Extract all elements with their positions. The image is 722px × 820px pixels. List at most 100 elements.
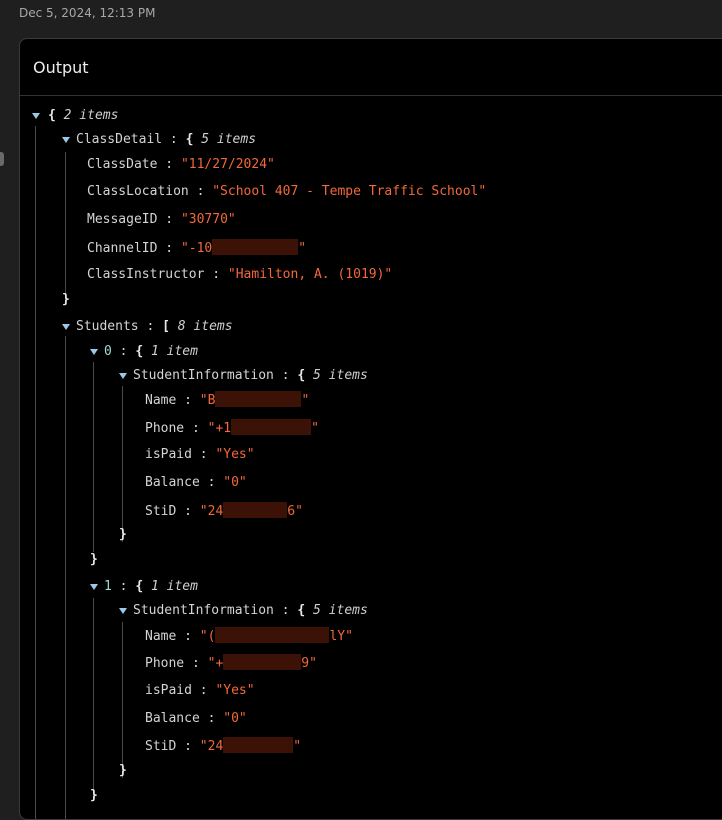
field-value-end: " (298, 241, 307, 256)
guide-line (93, 362, 94, 552)
field-phone: Phone : "+1 " (145, 419, 319, 436)
field-key: Phone (145, 656, 185, 671)
field-key: Balance (145, 711, 200, 726)
timestamp: Dec 5, 2024, 12:13 PM (19, 6, 156, 20)
field-value-start: "+1 (207, 421, 232, 436)
field-value-start: "( (199, 629, 216, 644)
field-key: isPaid (145, 447, 192, 462)
field-is-paid: isPaid : "Yes" (145, 447, 255, 462)
student-1-close: } (90, 787, 98, 805)
item-count: 1 item (150, 579, 198, 594)
output-panel: Output { 2 items ClassDetail : { 5 items… (19, 38, 722, 820)
caret-down-icon[interactable] (119, 608, 127, 614)
redaction-block (223, 502, 288, 518)
open-brace: { (185, 132, 194, 147)
close-brace: } (90, 788, 98, 803)
open-brace: { (135, 579, 144, 594)
field-key: ClassDate (87, 157, 158, 172)
tree-node-root[interactable]: { 2 items (32, 107, 118, 125)
field-message-id: MessageID : "30770" (87, 212, 236, 227)
field-value: "11/27/2024" (180, 157, 275, 172)
item-count: 5 items (201, 132, 257, 147)
studentinformation-close: } (119, 526, 127, 544)
studentinformation-close: } (119, 762, 127, 780)
close-brace: } (90, 552, 98, 567)
tree-node-studentinformation[interactable]: StudentInformation : { 5 items (119, 367, 368, 385)
field-value-end: 9" (301, 656, 317, 671)
field-value: "Hamilton, A. (1019)" (227, 267, 393, 282)
field-value: "30770" (180, 212, 236, 227)
guide-line (122, 622, 123, 778)
field-value-end: " (311, 421, 319, 436)
field-stid: StiD : "24 " (145, 737, 302, 754)
field-key: ClassInstructor (87, 267, 205, 282)
node-index: 0 (104, 344, 112, 359)
tree-node-classdetail[interactable]: ClassDetail : { 5 items (62, 131, 256, 149)
field-value-start: "B (199, 393, 216, 408)
caret-down-icon[interactable] (62, 324, 70, 330)
field-class-instructor: ClassInstructor : "Hamilton, A. (1019)" (87, 267, 393, 282)
caret-down-icon[interactable] (119, 373, 127, 379)
redaction-block (223, 737, 294, 753)
item-count: 8 items (177, 319, 233, 334)
field-phone: Phone : "+ 9" (145, 654, 317, 671)
caret-down-icon[interactable] (32, 113, 40, 119)
field-balance: Balance : "0" (145, 711, 247, 726)
field-value: "0" (223, 475, 247, 490)
guide-line (93, 598, 94, 798)
guide-line (35, 126, 36, 819)
field-value-end: " (293, 739, 302, 754)
field-key: Balance (145, 475, 200, 490)
drag-handle-icon[interactable] (0, 152, 4, 166)
node-key: StudentInformation (133, 603, 274, 618)
field-class-date: ClassDate : "11/27/2024" (87, 157, 275, 172)
field-key: Name (145, 629, 177, 644)
tree-node-studentinformation[interactable]: StudentInformation : { 5 items (119, 602, 368, 620)
tree-node-student-0[interactable]: 0 : { 1 item (90, 343, 198, 361)
guide-line (65, 336, 66, 819)
field-value: "Yes" (215, 683, 255, 698)
root-open-brace: { (48, 108, 56, 123)
open-bracket: [ (162, 319, 170, 334)
node-key: ClassDetail (76, 132, 163, 147)
guide-line (65, 152, 66, 302)
panel-title: Output (33, 57, 89, 77)
node-index: 1 (104, 579, 112, 594)
student-0-close: } (90, 551, 98, 569)
field-key: MessageID (87, 212, 158, 227)
field-value: "Yes" (215, 447, 255, 462)
close-brace: } (119, 527, 127, 542)
field-is-paid: isPaid : "Yes" (145, 683, 255, 698)
field-value-start: "-10 (180, 241, 213, 256)
field-balance: Balance : "0" (145, 475, 247, 490)
field-class-location: ClassLocation : "School 407 - Tempe Traf… (87, 184, 487, 199)
tree-node-student-1[interactable]: 1 : { 1 item (90, 578, 198, 596)
field-value-start: "24 (199, 739, 224, 754)
caret-down-icon[interactable] (90, 349, 98, 355)
close-brace: } (119, 763, 127, 778)
item-count: 1 item (150, 344, 198, 359)
item-count: 2 items (63, 108, 119, 123)
redaction-block (223, 654, 302, 670)
caret-down-icon[interactable] (62, 137, 70, 143)
tree-node-students[interactable]: Students : [ 8 items (62, 318, 233, 336)
field-value-end: 6" (287, 504, 303, 519)
field-channel-id: ChannelID : "-10 " (87, 239, 307, 256)
redaction-block (231, 419, 312, 435)
item-count: 5 items (313, 368, 368, 383)
field-value-start: "24 (199, 504, 224, 519)
field-key: StiD (145, 739, 177, 754)
field-value-end: " (301, 393, 310, 408)
field-value: "0" (223, 711, 247, 726)
classdetail-close: } (62, 291, 70, 309)
field-key: StiD (145, 504, 177, 519)
field-key: ClassLocation (87, 184, 189, 199)
field-name: Name : "B " (145, 391, 310, 408)
node-key: Students (76, 319, 139, 334)
field-name: Name : "(lY" (145, 627, 353, 644)
caret-down-icon[interactable] (90, 584, 98, 590)
close-brace: } (62, 292, 70, 307)
field-value: "School 407 - Tempe Traffic School" (212, 184, 487, 199)
node-key: StudentInformation (133, 368, 274, 383)
field-key: Name (145, 393, 177, 408)
